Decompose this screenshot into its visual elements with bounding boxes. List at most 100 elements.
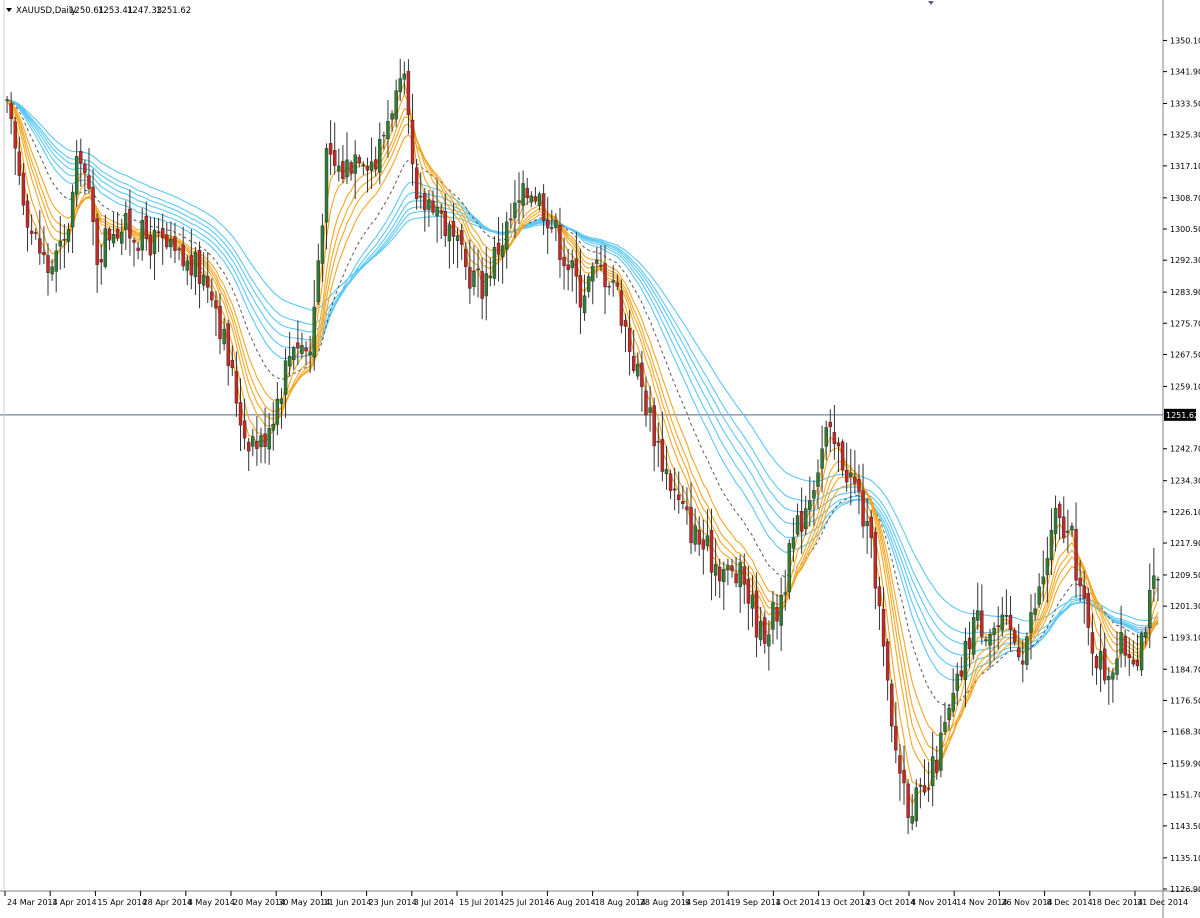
bull-candle-body	[492, 246, 497, 279]
bull-candle-body	[66, 228, 71, 242]
bull-candle-body	[705, 535, 710, 547]
x-tick-label: 23 Oct 2014	[866, 898, 915, 907]
x-tick-label: 3 Jul 2014	[414, 898, 454, 907]
bull-candle-body	[103, 228, 108, 267]
bear-candle-body	[156, 231, 161, 233]
bull-candle-body	[1115, 658, 1119, 675]
bull-candle-body	[120, 231, 124, 244]
x-tick-label: 15 Jul 2014	[459, 898, 504, 907]
bear-candle-body	[238, 402, 243, 426]
bear-candle-body	[234, 371, 239, 404]
bull-candle-body	[140, 219, 144, 251]
chart-background	[0, 0, 1200, 918]
bear-candle-body	[799, 511, 804, 532]
bull-candle-body	[804, 508, 808, 529]
bull-candle-body	[378, 139, 382, 173]
bull-candle-body	[308, 351, 312, 356]
x-tick-label: 19 Sep 2014	[730, 898, 781, 907]
bear-candle-body	[13, 121, 17, 149]
bear-candle-body	[1016, 647, 1021, 658]
x-tick-label: 6 Aug 2014	[549, 898, 595, 907]
bull-candle-body	[849, 472, 853, 477]
bull-candle-body	[513, 202, 517, 219]
bear-candle-body	[902, 770, 906, 784]
x-tick-label: 25 Jul 2014	[504, 898, 549, 907]
bear-candle-body	[926, 788, 931, 790]
bear-candle-body	[1008, 614, 1013, 630]
bull-candle-body	[943, 722, 947, 732]
bull-candle-body	[283, 360, 288, 395]
y-tick-label: 1275.70	[1170, 319, 1200, 328]
bear-candle-body	[210, 291, 214, 301]
x-tick-label: 31 Dec 2014	[1137, 898, 1188, 907]
bull-candle-body	[976, 610, 980, 621]
y-tick-label: 1242.70	[1170, 445, 1200, 454]
x-tick-label: 18 Dec 2014	[1092, 898, 1143, 907]
bear-candle-body	[697, 529, 701, 545]
bull-candle-body	[292, 347, 296, 360]
y-tick-label: 1283.90	[1170, 288, 1200, 297]
bear-candle-body	[148, 234, 153, 256]
bull-candle-body	[758, 621, 763, 640]
bear-candle-body	[443, 211, 447, 237]
x-tick-label: 14 Nov 2014	[956, 898, 1007, 907]
bull-candle-body	[312, 306, 316, 358]
bull-candle-body	[636, 363, 640, 377]
bear-candle-body	[881, 609, 886, 647]
bear-candle-body	[1127, 654, 1131, 658]
bull-candle-body	[1037, 586, 1041, 605]
bear-candle-body	[681, 501, 685, 504]
close-value: 1251.62	[156, 6, 191, 16]
bear-candle-body	[173, 236, 177, 251]
bull-candle-body	[1029, 612, 1033, 633]
bear-candle-body	[877, 586, 882, 607]
bear-candle-body	[304, 347, 308, 352]
bull-candle-body	[185, 260, 189, 271]
y-tick-label: 1333.50	[1170, 100, 1200, 109]
bull-candle-body	[595, 259, 599, 264]
bull-candle-body	[939, 732, 943, 771]
bull-candle-body	[455, 235, 460, 241]
bear-candle-body	[562, 256, 566, 267]
bear-candle-body	[652, 405, 656, 447]
bull-candle-body	[1025, 636, 1029, 665]
bull-candle-body	[783, 592, 787, 595]
bear-candle-body	[459, 230, 464, 245]
bear-candle-body	[263, 433, 267, 447]
bear-candle-body	[545, 220, 550, 229]
bear-candle-body	[853, 476, 857, 484]
bull-candle-body	[54, 250, 58, 272]
bull-candle-body	[152, 229, 157, 254]
bull-candle-body	[275, 398, 280, 425]
x-tick-label: 8 May 2014	[188, 898, 235, 907]
bull-candle-body	[521, 183, 525, 206]
bear-candle-body	[599, 265, 603, 267]
bull-candle-body	[58, 241, 62, 247]
bear-candle-body	[742, 566, 746, 585]
bear-candle-body	[83, 163, 87, 173]
x-tick-label: 28 Aug 2014	[640, 898, 691, 907]
bear-candle-body	[996, 625, 1000, 628]
bear-candle-body	[1012, 629, 1017, 643]
y-tick-label: 1143.50	[1170, 822, 1200, 831]
bull-candle-body	[1045, 558, 1050, 576]
bull-candle-body	[1148, 590, 1152, 628]
bull-candle-body	[74, 156, 79, 195]
bear-candle-body	[414, 167, 419, 200]
bear-candle-body	[79, 151, 83, 164]
bear-candle-body	[832, 432, 837, 445]
bear-candle-body	[230, 359, 235, 369]
bull-candle-body	[476, 268, 480, 271]
bull-candle-body	[812, 489, 816, 499]
bull-candle-body	[750, 594, 755, 609]
bull-candle-body	[722, 569, 726, 582]
bull-candle-body	[554, 220, 558, 228]
bear-candle-body	[17, 151, 22, 176]
bear-candle-body	[775, 606, 779, 622]
bear-candle-body	[42, 252, 46, 256]
bull-candle-body	[447, 224, 452, 242]
bull-candle-body	[1053, 508, 1058, 534]
bear-candle-body	[87, 175, 91, 189]
bear-candle-body	[9, 103, 13, 120]
bull-candle-body	[971, 617, 976, 655]
